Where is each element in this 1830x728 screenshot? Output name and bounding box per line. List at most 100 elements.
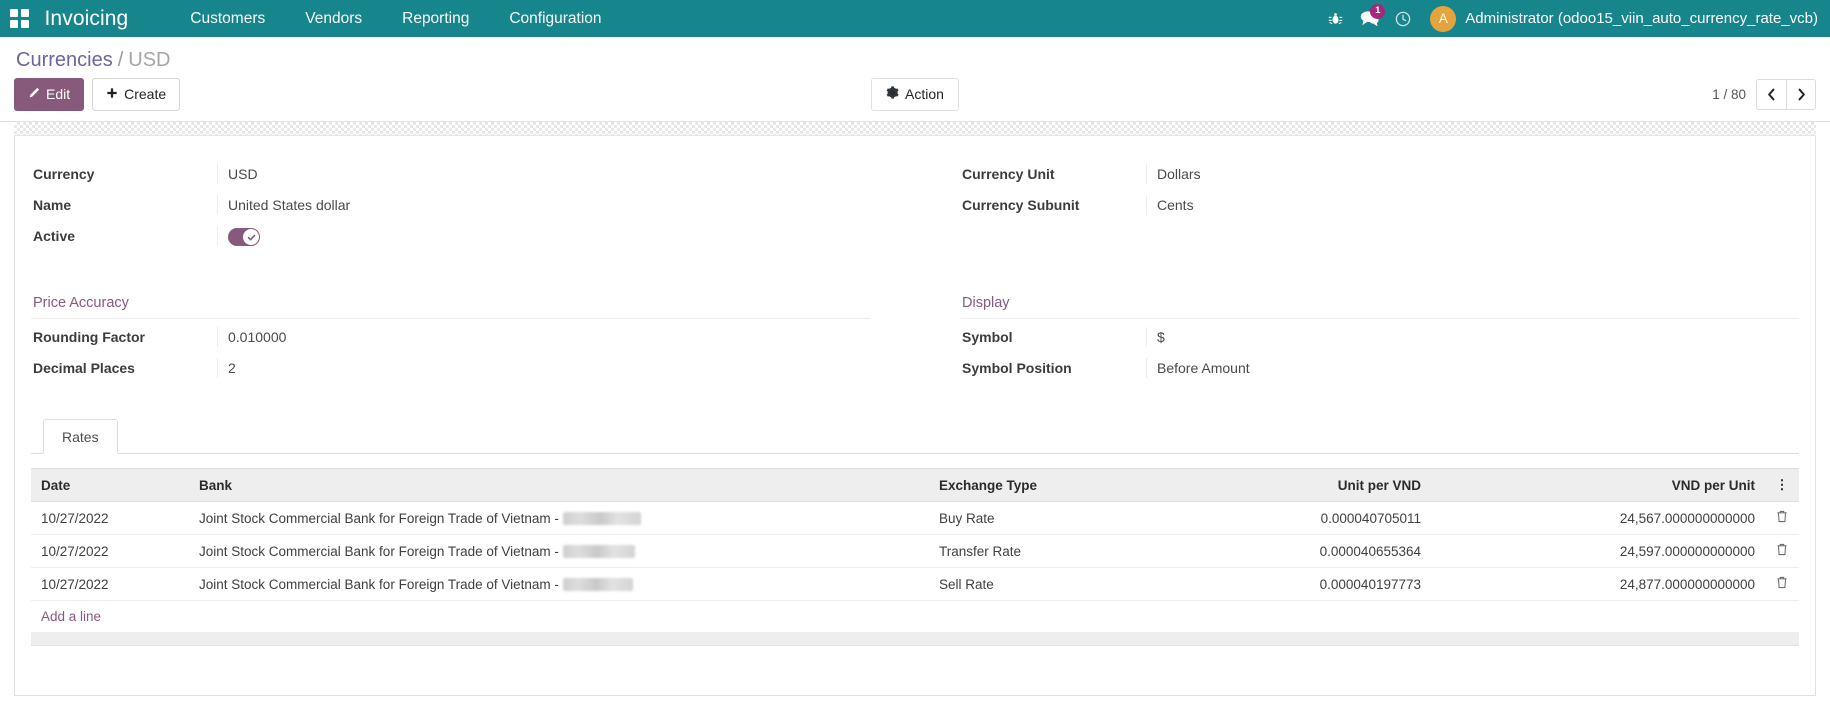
column-header-date[interactable]: Date [31, 469, 189, 502]
field-decimal-places: Decimal Places 2 [31, 354, 870, 385]
group-spacer [31, 253, 1799, 295]
messages-badge-count: 1 [1370, 4, 1385, 19]
field-label-rounding-factor: Rounding Factor [31, 327, 217, 345]
vertical-dots-icon[interactable]: ⋮ [1765, 469, 1799, 502]
field-label-currency: Currency [31, 164, 217, 182]
apps-grid-icon[interactable] [10, 9, 29, 28]
cell-bank: Joint Stock Commercial Bank for Foreign … [189, 502, 929, 535]
notebook-tabs: Rates [31, 419, 1799, 454]
group-title-price-accuracy: Price Accuracy [31, 295, 870, 319]
field-symbol-position: Symbol Position Before Amount [960, 354, 1799, 385]
cell-unit-per-vnd: 0.000040197773 [1115, 568, 1431, 601]
cell-unit-per-vnd: 0.000040655364 [1115, 535, 1431, 568]
tab-rates[interactable]: Rates [43, 419, 118, 454]
action-button[interactable]: Action [871, 78, 959, 110]
pager-buttons [1756, 79, 1816, 110]
create-button[interactable]: Create [92, 78, 180, 110]
add-a-line-button[interactable]: Add a line [41, 609, 101, 624]
rates-table-body: 10/27/2022 Joint Stock Commercial Bank f… [31, 502, 1799, 633]
control-panel-row: Edit Create Action [14, 78, 1816, 111]
create-button-label: Create [124, 85, 166, 103]
cell-bank: Joint Stock Commercial Bank for Foreign … [189, 535, 929, 568]
active-toggle[interactable] [228, 228, 260, 246]
field-label-decimal-places: Decimal Places [31, 358, 217, 376]
trash-icon[interactable] [1765, 568, 1799, 601]
pager-next-button[interactable] [1786, 79, 1816, 110]
column-header-unit-per-vnd[interactable]: Unit per VND [1115, 469, 1431, 502]
trash-icon[interactable] [1765, 502, 1799, 535]
avatar: A [1430, 6, 1456, 32]
field-value-currency[interactable]: USD [217, 164, 870, 184]
field-value-name[interactable]: United States dollar [217, 195, 870, 215]
table-row[interactable]: 10/27/2022 Joint Stock Commercial Bank f… [31, 502, 1799, 535]
table-footer-bar [31, 633, 1799, 646]
cell-exchange-type: Transfer Rate [929, 535, 1115, 568]
field-symbol: Symbol $ [960, 323, 1799, 354]
menu-item-reporting[interactable]: Reporting [382, 1, 489, 37]
redacted-bank-suffix [563, 578, 633, 591]
cell-exchange-type: Buy Rate [929, 502, 1115, 535]
pager: 1 / 80 [1712, 78, 1816, 111]
field-label-currency-subunit: Currency Subunit [960, 195, 1146, 213]
field-label-name: Name [31, 195, 217, 213]
field-active: Active [31, 222, 870, 253]
cell-exchange-type: Sell Rate [929, 568, 1115, 601]
breadcrumb-root[interactable]: Currencies [16, 49, 113, 71]
table-row[interactable]: 10/27/2022 Joint Stock Commercial Bank f… [31, 568, 1799, 601]
form-top-groups: Currency USD Name United States dollar A… [31, 160, 1799, 253]
field-value-active [217, 226, 870, 246]
cell-date: 10/27/2022 [31, 502, 189, 535]
field-label-symbol-position: Symbol Position [960, 358, 1146, 376]
control-panel: Currencies/USD Edit Create [0, 37, 1830, 122]
field-value-currency-unit[interactable]: Dollars [1146, 164, 1799, 184]
menu-item-customers[interactable]: Customers [170, 1, 285, 37]
group-currency-units: Currency Unit Dollars Currency Subunit C… [960, 160, 1799, 253]
navbar-right-tools: 1 A Administrator (odoo15_viin_auto_curr… [1318, 0, 1820, 37]
edit-button[interactable]: Edit [14, 78, 84, 110]
cell-bank-text: Joint Stock Commercial Bank for Foreign … [199, 577, 559, 592]
pencil-icon [28, 85, 40, 103]
messages-icon[interactable]: 1 [1352, 0, 1386, 37]
app-brand-title[interactable]: Invoicing [45, 7, 129, 31]
group-price-accuracy: Price Accuracy Rounding Factor 0.010000 … [31, 295, 870, 385]
field-value-currency-subunit[interactable]: Cents [1146, 195, 1799, 215]
form-sheet-background: Currency USD Name United States dollar A… [0, 122, 1830, 696]
cell-date: 10/27/2022 [31, 535, 189, 568]
column-header-vnd-per-unit[interactable]: VND per Unit [1431, 469, 1765, 502]
cell-vnd-per-unit: 24,877.000000000000 [1431, 568, 1765, 601]
group-currency-identity: Currency USD Name United States dollar A… [31, 160, 870, 253]
field-rounding-factor: Rounding Factor 0.010000 [31, 323, 870, 354]
field-label-active: Active [31, 226, 217, 244]
bug-icon[interactable] [1318, 0, 1352, 37]
clock-icon[interactable] [1386, 0, 1420, 37]
trash-icon[interactable] [1765, 535, 1799, 568]
field-value-decimal-places[interactable]: 2 [217, 358, 870, 378]
cell-bank-text: Joint Stock Commercial Bank for Foreign … [199, 544, 559, 559]
field-value-symbol[interactable]: $ [1146, 327, 1799, 347]
redacted-bank-suffix [563, 512, 641, 525]
add-line-cell: Add a line [31, 601, 1799, 633]
field-label-currency-unit: Currency Unit [960, 164, 1146, 182]
menu-item-vendors[interactable]: Vendors [285, 1, 382, 37]
menu-item-configuration[interactable]: Configuration [489, 1, 621, 37]
field-value-symbol-position[interactable]: Before Amount [1146, 358, 1799, 378]
table-row[interactable]: 10/27/2022 Joint Stock Commercial Bank f… [31, 535, 1799, 568]
gear-icon [886, 85, 899, 103]
column-header-bank[interactable]: Bank [189, 469, 929, 502]
cell-vnd-per-unit: 24,597.000000000000 [1431, 535, 1765, 568]
group-display: Display Symbol $ Symbol Position Before … [960, 295, 1799, 385]
action-button-label: Action [905, 85, 944, 103]
redacted-bank-suffix [563, 545, 635, 558]
field-label-symbol: Symbol [960, 327, 1146, 345]
user-menu[interactable]: A Administrator (odoo15_viin_auto_curren… [1420, 6, 1820, 32]
field-currency: Currency USD [31, 160, 870, 191]
column-header-exchange-type[interactable]: Exchange Type [929, 469, 1115, 502]
add-line-row: Add a line [31, 601, 1799, 633]
sheet-top-hatch [14, 122, 1816, 136]
field-value-rounding-factor[interactable]: 0.010000 [217, 327, 870, 347]
pager-previous-button[interactable] [1756, 79, 1786, 110]
form-bottom-groups: Price Accuracy Rounding Factor 0.010000 … [31, 295, 1799, 385]
cell-bank: Joint Stock Commercial Bank for Foreign … [189, 568, 929, 601]
rates-table: Date Bank Exchange Type Unit per VND VND… [31, 468, 1799, 633]
field-currency-unit: Currency Unit Dollars [960, 160, 1799, 191]
